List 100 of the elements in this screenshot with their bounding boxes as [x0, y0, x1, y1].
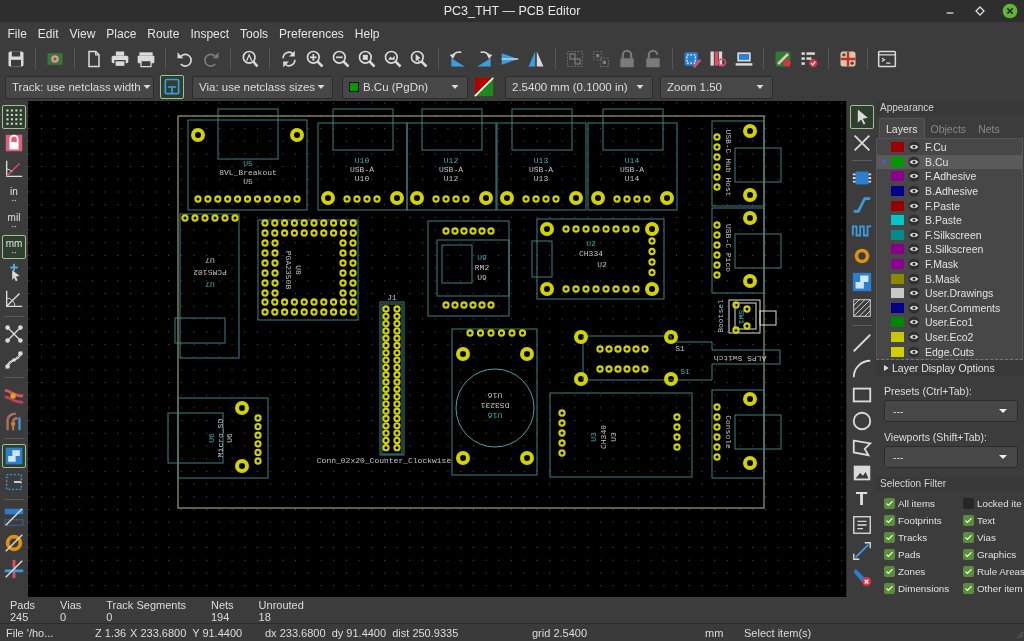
checkbox[interactable]: Graphics — [963, 547, 1024, 562]
grid-dropdown[interactable]: 2.5400 mm (0.1000 in) — [505, 75, 653, 99]
footprint[interactable] — [711, 120, 782, 207]
menu-item[interactable]: Tools — [234, 24, 274, 43]
layer-row[interactable]: User.Comments — [877, 300, 1022, 316]
layer-row[interactable]: F.Paste — [877, 198, 1022, 213]
checkbox[interactable]: All items — [884, 496, 963, 511]
tab[interactable]: Layers — [879, 118, 925, 138]
zoom-cursor-icon[interactable] — [408, 48, 430, 70]
layer-row[interactable]: F.Adhesive — [877, 169, 1022, 184]
viewports-dropdown[interactable]: --- — [884, 446, 1018, 468]
track-width-dropdown[interactable]: Track: use netclass width — [5, 75, 154, 99]
presets-dropdown[interactable]: --- — [884, 400, 1018, 422]
footprint[interactable] — [728, 299, 777, 334]
menu-item[interactable]: File — [2, 24, 33, 43]
layer-pair-icon[interactable] — [474, 77, 494, 97]
footprint[interactable] — [711, 207, 782, 294]
checkbox[interactable]: Tracks — [884, 530, 963, 545]
zoom-in-icon[interactable] — [304, 48, 326, 70]
eye-icon[interactable] — [908, 155, 920, 168]
checkbox-box[interactable] — [963, 515, 974, 526]
eye-icon[interactable] — [908, 214, 920, 227]
layer-row[interactable]: B.Cu — [877, 154, 1022, 170]
checkbox-box[interactable] — [884, 498, 895, 509]
eye-icon[interactable] — [908, 185, 920, 198]
unit-button[interactable]: mil — [2, 209, 26, 233]
menu-item[interactable]: View — [64, 24, 101, 43]
checkbox-box[interactable] — [884, 566, 895, 577]
layer-row[interactable]: F.Cu — [877, 140, 1022, 155]
menu-item[interactable]: Help — [349, 24, 385, 43]
checkbox[interactable]: Vias — [963, 530, 1024, 545]
footprint[interactable] — [379, 301, 405, 456]
checkbox[interactable]: Dimensions — [884, 581, 963, 596]
unit-button[interactable]: in — [2, 183, 26, 207]
layer-row[interactable]: Edge.Cuts — [877, 344, 1022, 359]
terminal-icon[interactable] — [876, 48, 898, 70]
footprint[interactable] — [317, 108, 408, 211]
checkbox-box[interactable] — [963, 566, 974, 577]
footprint[interactable] — [187, 108, 308, 211]
layer-dropdown[interactable]: B.Cu (PgDn) — [342, 75, 468, 99]
menu-item[interactable]: Route — [141, 24, 185, 43]
checkbox[interactable]: Text — [963, 513, 1024, 528]
checkbox-box[interactable] — [884, 532, 895, 543]
checkbox[interactable]: Rule Areas — [963, 564, 1024, 579]
text-tool-button[interactable]: T — [849, 487, 874, 511]
close-icon[interactable] — [1002, 3, 1018, 19]
expander[interactable]: Layer Display Options — [876, 360, 1024, 376]
eye-icon[interactable] — [908, 258, 920, 271]
layer-row[interactable]: B.Paste — [877, 212, 1022, 228]
ratsnest-icon[interactable] — [2, 322, 26, 346]
footprint[interactable] — [549, 392, 693, 478]
menu-item[interactable]: Inspect — [184, 24, 235, 43]
zoom-fit-icon[interactable] — [356, 48, 378, 70]
curved-ratsnest-icon[interactable] — [2, 348, 26, 372]
footprint[interactable] — [174, 213, 240, 359]
footprint[interactable] — [427, 220, 510, 317]
zoom-out-icon[interactable] — [330, 48, 352, 70]
eye-icon[interactable] — [908, 141, 920, 154]
zoom-picture-icon[interactable] — [382, 48, 404, 70]
eye-icon[interactable] — [908, 345, 920, 358]
layer-row[interactable]: F.Silkscreen — [877, 227, 1022, 243]
layer-row[interactable]: B.Silkscreen — [877, 242, 1022, 257]
menu-item[interactable]: Edit — [32, 24, 65, 43]
eye-icon[interactable] — [908, 316, 920, 329]
checkbox-box[interactable] — [884, 515, 895, 526]
footprint[interactable] — [406, 108, 497, 211]
pointer-icon[interactable] — [849, 105, 874, 129]
layer-row[interactable]: F.Mask — [877, 256, 1022, 272]
menu-item[interactable]: Preferences — [273, 24, 350, 43]
zoom-dropdown[interactable]: Zoom 1.50 — [660, 75, 773, 99]
checkbox[interactable]: Other item — [963, 581, 1024, 596]
eye-icon[interactable] — [908, 331, 920, 343]
footprint[interactable] — [257, 219, 359, 321]
footprint[interactable] — [587, 108, 678, 211]
via-size-dropdown[interactable]: Via: use netclass sizes — [192, 75, 333, 99]
eye-icon[interactable] — [908, 287, 920, 300]
footprint[interactable] — [496, 108, 587, 211]
layer-row[interactable]: B.Adhesive — [877, 183, 1022, 199]
checkbox-box[interactable] — [884, 549, 895, 560]
footprint[interactable] — [711, 389, 782, 479]
eye-icon[interactable] — [908, 199, 920, 212]
footprint[interactable] — [574, 330, 781, 386]
eye-icon[interactable] — [908, 272, 920, 285]
checkbox-box[interactable] — [963, 583, 974, 594]
eye-icon[interactable] — [908, 301, 920, 314]
eye-icon[interactable] — [908, 228, 920, 241]
layer-row[interactable]: B.Mask — [877, 271, 1022, 286]
checkbox-box[interactable] — [963, 532, 974, 543]
menu-item[interactable]: Place — [100, 24, 142, 43]
footprint[interactable] — [167, 397, 269, 479]
unit-button[interactable]: mm — [2, 235, 26, 259]
checkbox[interactable]: Zones — [884, 564, 963, 579]
zone-icon[interactable] — [2, 444, 26, 468]
crosshair-icon[interactable] — [2, 557, 26, 581]
checkbox-box[interactable] — [963, 549, 974, 560]
checkbox[interactable]: Footprints — [884, 513, 963, 528]
layer-row[interactable]: User.Drawings — [877, 285, 1022, 301]
footprint[interactable] — [451, 328, 538, 476]
footprint[interactable] — [531, 218, 665, 300]
grid-icon[interactable] — [2, 105, 26, 129]
